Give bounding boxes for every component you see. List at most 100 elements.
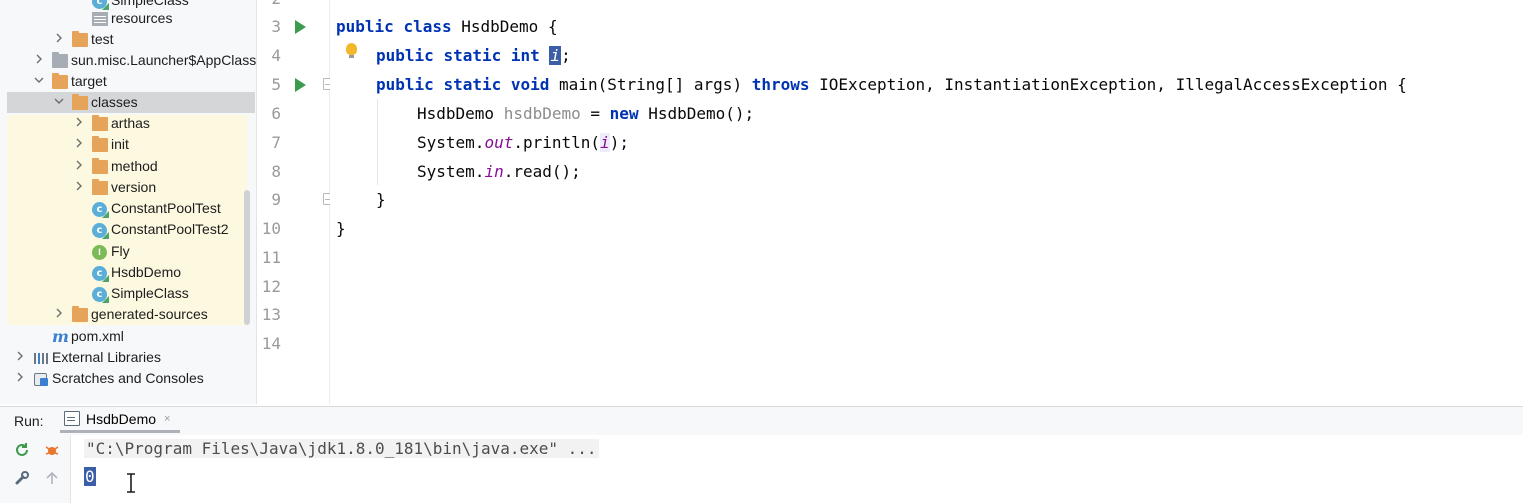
run-main-icon[interactable] <box>295 78 306 92</box>
editor-gutter: 2 3 4 5 6 7 8 9 10 11 12 13 14 <box>257 0 334 404</box>
tree-item-hsdbdemo[interactable]: c HsdbDemo <box>0 262 256 283</box>
gutter-line: 11 <box>261 248 281 267</box>
chevron-down-icon[interactable] <box>53 96 65 108</box>
chevron-right-icon[interactable] <box>73 160 85 172</box>
chevron-down-icon[interactable] <box>33 75 45 87</box>
tree-item-label: SimpleClass <box>111 0 189 8</box>
tree-item-label: target <box>71 73 107 89</box>
tree-item-constantpooltest2[interactable]: c ConstantPoolTest2 <box>0 219 256 240</box>
gutter-line: 8 <box>271 162 281 181</box>
folder-icon <box>92 136 108 152</box>
intention-bulb-icon[interactable] <box>346 43 357 58</box>
tree-item-constantpooltest[interactable]: c ConstantPoolTest <box>0 198 256 219</box>
tree-item-label: sun.misc.Launcher$AppClassL <box>71 52 257 68</box>
tree-item-label: pom.xml <box>71 328 124 344</box>
tree-item-label: ConstantPoolTest2 <box>111 221 229 237</box>
run-toolbar <box>0 435 71 503</box>
tree-item-fly[interactable]: I Fly <box>0 241 256 262</box>
code-line-8: System.in.read(); <box>417 162 581 181</box>
code-line-6: HsdbDemo hsdbDemo = new HsdbDemo(); <box>417 104 755 123</box>
gutter-line: 14 <box>261 334 281 353</box>
tree-item-label: ConstantPoolTest <box>111 200 221 216</box>
interface-icon: I <box>92 245 107 260</box>
chevron-right-icon[interactable] <box>73 117 85 129</box>
tree-item-label: version <box>111 179 157 195</box>
run-tab-hsdbdemo[interactable]: HsdbDemo × <box>60 407 181 433</box>
gutter-line: 12 <box>261 277 281 296</box>
folder-icon <box>72 94 88 110</box>
tree-item-simpleclass[interactable]: c SimpleClass <box>0 283 256 304</box>
tree-item-init[interactable]: init <box>0 134 256 155</box>
gutter-line: 13 <box>261 305 281 324</box>
chevron-right-icon[interactable] <box>73 181 85 193</box>
tree-item-label: init <box>111 136 129 152</box>
run-label: Run: <box>14 413 44 429</box>
resources-folder-icon <box>92 12 108 26</box>
tree-item-version[interactable]: version <box>0 177 256 198</box>
run-panel-header: Run: HsdbDemo × <box>0 406 1523 435</box>
debug-icon[interactable] <box>43 442 61 460</box>
chevron-right-icon[interactable] <box>73 138 85 150</box>
chevron-right-icon[interactable] <box>53 33 65 45</box>
tree-scrollbar[interactable] <box>244 190 250 325</box>
folder-grey-icon <box>52 52 68 68</box>
tree-item-label: Fly <box>111 243 130 259</box>
text-cursor-icon <box>126 473 136 493</box>
folder-icon <box>92 179 108 195</box>
code-editor[interactable]: public class HsdbDemo { public static in… <box>330 0 1523 404</box>
code-line-5: public static void main(String[] args) t… <box>376 75 1407 94</box>
tree-item-label: HsdbDemo <box>111 264 182 280</box>
close-icon[interactable]: × <box>164 413 170 425</box>
tree-item-external-libraries[interactable]: External Libraries <box>0 347 256 368</box>
class-icon: c <box>92 287 107 302</box>
tree-item-label: External Libraries <box>52 349 161 365</box>
gutter-line: 9 <box>257 185 334 214</box>
folder-icon <box>72 306 88 322</box>
wrench-icon[interactable] <box>13 470 31 488</box>
chevron-right-icon[interactable] <box>14 372 26 384</box>
project-tree: c SimpleClass resources test sun.misc.Launch… <box>0 0 257 404</box>
tree-item-method[interactable]: method <box>0 156 256 177</box>
tree-item-generated-sources[interactable]: generated-sources <box>0 304 256 325</box>
code-line-9: } <box>376 190 386 209</box>
run-tab-label: HsdbDemo <box>86 410 157 427</box>
code-line-10: } <box>336 219 346 238</box>
selected-field-i: i <box>549 46 562 65</box>
tree-item-arthas[interactable]: arthas <box>0 113 256 134</box>
tree-item-label: arthas <box>111 115 150 131</box>
class-icon: c <box>92 223 107 238</box>
code-line-7: System.out.println(i); <box>417 133 629 152</box>
indent-guide <box>377 99 378 185</box>
folder-icon <box>92 115 108 131</box>
console-output-line: 0 <box>84 467 96 486</box>
gutter-line: 7 <box>271 133 281 152</box>
tree-item-classes[interactable]: classes <box>7 92 255 113</box>
tree-item-scratches-and-consoles[interactable]: Scratches and Consoles <box>0 368 256 389</box>
chevron-right-icon[interactable] <box>14 351 26 363</box>
gutter-line: 3 <box>257 12 329 41</box>
arrow-up-icon[interactable] <box>43 470 61 488</box>
console-output[interactable]: "C:\Program Files\Java\jdk1.8.0_181\bin\… <box>71 435 1523 503</box>
tree-item-label: resources <box>111 10 173 26</box>
tree-item-target[interactable]: target <box>0 71 256 92</box>
rerun-icon[interactable] <box>13 442 31 460</box>
tree-item-resources[interactable]: resources <box>0 8 256 29</box>
class-icon: c <box>92 202 107 217</box>
folder-icon <box>52 73 68 89</box>
tree-item-pom-xml[interactable]: m pom.xml <box>0 326 256 347</box>
chevron-right-icon[interactable] <box>53 308 65 320</box>
chevron-right-icon[interactable] <box>33 54 45 66</box>
code-line-4: public static int i; <box>376 46 571 65</box>
tree-item-test[interactable]: test <box>0 29 256 50</box>
tree-item-label: classes <box>91 94 138 110</box>
tree-item-label: SimpleClass <box>111 285 189 301</box>
console-icon <box>64 411 80 426</box>
tree-item-label: test <box>91 31 114 47</box>
console-command-line: "C:\Program Files\Java\jdk1.8.0_181\bin\… <box>84 439 599 458</box>
run-class-icon[interactable] <box>295 20 306 34</box>
maven-icon: m <box>52 327 69 346</box>
code-line-3: public class HsdbDemo { <box>336 17 558 36</box>
tree-item-sun-misc-launcher-appclassl[interactable]: sun.misc.Launcher$AppClassL <box>0 50 256 71</box>
folder-icon <box>72 31 88 47</box>
folder-icon <box>92 158 108 174</box>
